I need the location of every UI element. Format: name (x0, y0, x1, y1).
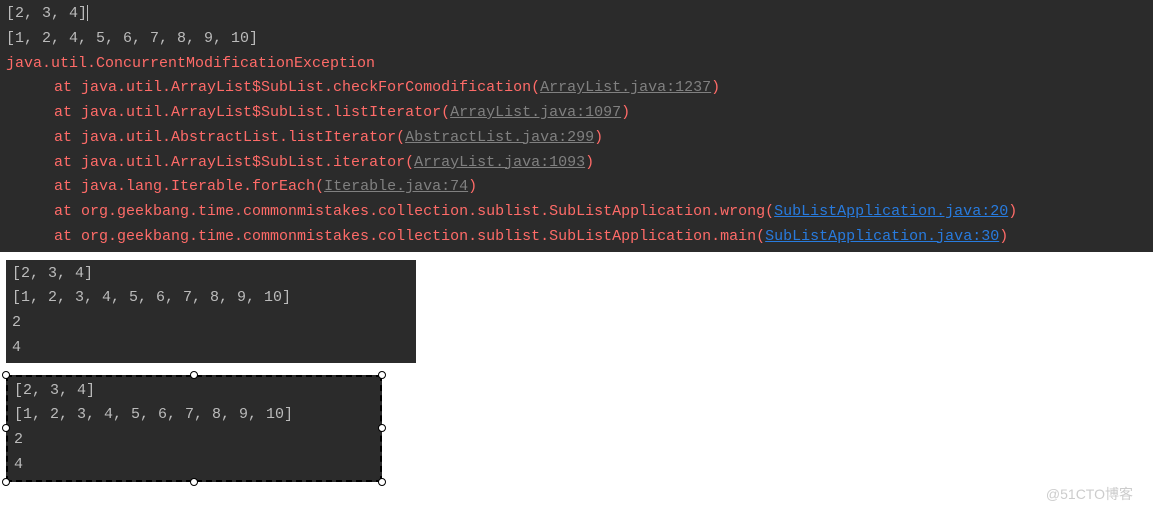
stacktrace-line: at org.geekbang.time.commonmistakes.coll… (6, 200, 1147, 225)
resize-handle-bottom-center[interactable] (190, 478, 198, 486)
stacktrace-line: at java.util.ArrayList$SubList.checkForC… (6, 76, 1147, 101)
resize-handle-top-left[interactable] (2, 371, 10, 379)
output-line: [1, 2, 3, 4, 5, 6, 7, 8, 9, 10] (14, 403, 374, 428)
output-line: [1, 2, 4, 5, 6, 7, 8, 9, 10] (6, 27, 1147, 52)
stacktrace-line: at org.geekbang.time.commonmistakes.coll… (6, 225, 1147, 250)
resize-handle-middle-right[interactable] (378, 424, 386, 432)
output-line: [2, 3, 4] (14, 379, 374, 404)
output-line: [2, 3, 4] (6, 2, 1147, 27)
source-link[interactable]: ArrayList.java:1093 (414, 154, 585, 171)
console-output-secondary: [2, 3, 4] [1, 2, 3, 4, 5, 6, 7, 8, 9, 10… (6, 260, 416, 363)
output-line: [2, 3, 4] (12, 262, 410, 287)
stacktrace-line: at java.lang.Iterable.forEach(Iterable.j… (6, 175, 1147, 200)
console-output-selected: [2, 3, 4] [1, 2, 3, 4, 5, 6, 7, 8, 9, 10… (6, 375, 382, 482)
source-link[interactable]: SubListApplication.java:20 (774, 203, 1008, 220)
source-link[interactable]: ArrayList.java:1097 (450, 104, 621, 121)
exception-line: java.util.ConcurrentModificationExceptio… (6, 52, 1147, 77)
output-line: 2 (14, 428, 374, 453)
watermark-text: @51CTO博客 (1046, 483, 1133, 506)
selected-image-region[interactable]: [2, 3, 4] [1, 2, 3, 4, 5, 6, 7, 8, 9, 10… (6, 375, 382, 482)
console-output-main: [2, 3, 4] [1, 2, 4, 5, 6, 7, 8, 9, 10] j… (0, 0, 1153, 252)
text-cursor (87, 5, 88, 21)
source-link[interactable]: Iterable.java:74 (324, 178, 468, 195)
stacktrace-line: at java.util.ArrayList$SubList.iterator(… (6, 151, 1147, 176)
resize-handle-top-right[interactable] (378, 371, 386, 379)
stacktrace-line: at java.util.ArrayList$SubList.listItera… (6, 101, 1147, 126)
output-line: 4 (14, 453, 374, 478)
resize-handle-bottom-left[interactable] (2, 478, 10, 486)
output-line: 4 (12, 336, 410, 361)
resize-handle-top-center[interactable] (190, 371, 198, 379)
source-link[interactable]: AbstractList.java:299 (405, 129, 594, 146)
resize-handle-bottom-right[interactable] (378, 478, 386, 486)
source-link[interactable]: ArrayList.java:1237 (540, 79, 711, 96)
output-line: 2 (12, 311, 410, 336)
stacktrace-line: at java.util.AbstractList.listIterator(A… (6, 126, 1147, 151)
output-line: [1, 2, 3, 4, 5, 6, 7, 8, 9, 10] (12, 286, 410, 311)
source-link[interactable]: SubListApplication.java:30 (765, 228, 999, 245)
resize-handle-middle-left[interactable] (2, 424, 10, 432)
